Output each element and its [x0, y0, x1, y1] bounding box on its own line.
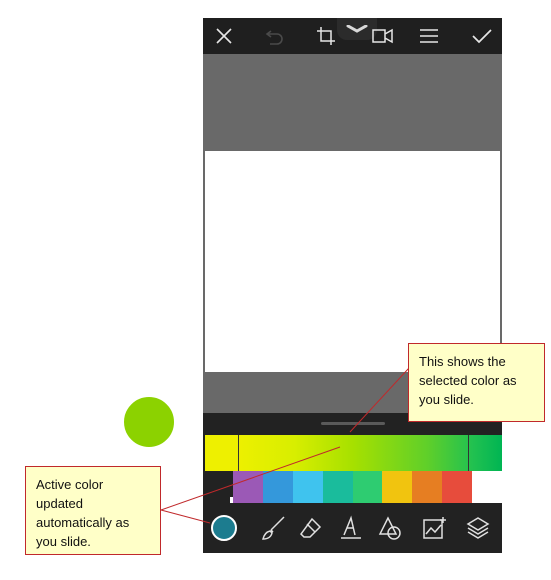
- color-swatch[interactable]: [322, 471, 353, 503]
- color-slider[interactable]: [205, 435, 502, 471]
- color-swatch[interactable]: [292, 471, 323, 503]
- undo-icon[interactable]: [257, 18, 293, 54]
- phone-screen: [203, 18, 502, 553]
- text-icon[interactable]: [333, 510, 369, 546]
- callout-active-color: Active color updated automatically as yo…: [25, 466, 161, 555]
- slider-tick: [468, 435, 469, 471]
- layers-icon[interactable]: [460, 510, 496, 546]
- active-color-button[interactable]: [206, 510, 242, 546]
- color-swatch[interactable]: [442, 471, 473, 503]
- menu-icon[interactable]: [411, 18, 447, 54]
- color-swatch[interactable]: [352, 471, 383, 503]
- callout-selected-color: This shows the selected color as you sli…: [408, 343, 545, 422]
- panel-drag-line[interactable]: [321, 422, 385, 425]
- video-icon[interactable]: [365, 18, 401, 54]
- drawing-canvas[interactable]: [205, 151, 500, 372]
- eraser-icon[interactable]: [293, 510, 329, 546]
- swatch-gap: [205, 471, 233, 503]
- close-icon[interactable]: [206, 18, 242, 54]
- bottom-toolbar: [203, 503, 502, 553]
- color-panel: [203, 413, 502, 553]
- color-swatch[interactable]: [472, 471, 502, 503]
- shape-icon[interactable]: [372, 510, 408, 546]
- image-icon[interactable]: [417, 510, 453, 546]
- slider-knob[interactable]: [123, 396, 175, 448]
- color-swatch[interactable]: [262, 471, 293, 503]
- top-toolbar: [203, 18, 502, 54]
- color-swatch[interactable]: [233, 471, 263, 503]
- color-gradient: [205, 435, 502, 471]
- color-swatch[interactable]: [412, 471, 443, 503]
- swatch-row: [233, 471, 502, 503]
- color-swatch[interactable]: [382, 471, 413, 503]
- slider-tick: [238, 435, 239, 471]
- brush-icon[interactable]: [255, 510, 291, 546]
- check-icon[interactable]: [464, 18, 500, 54]
- active-color-swatch: [211, 515, 237, 541]
